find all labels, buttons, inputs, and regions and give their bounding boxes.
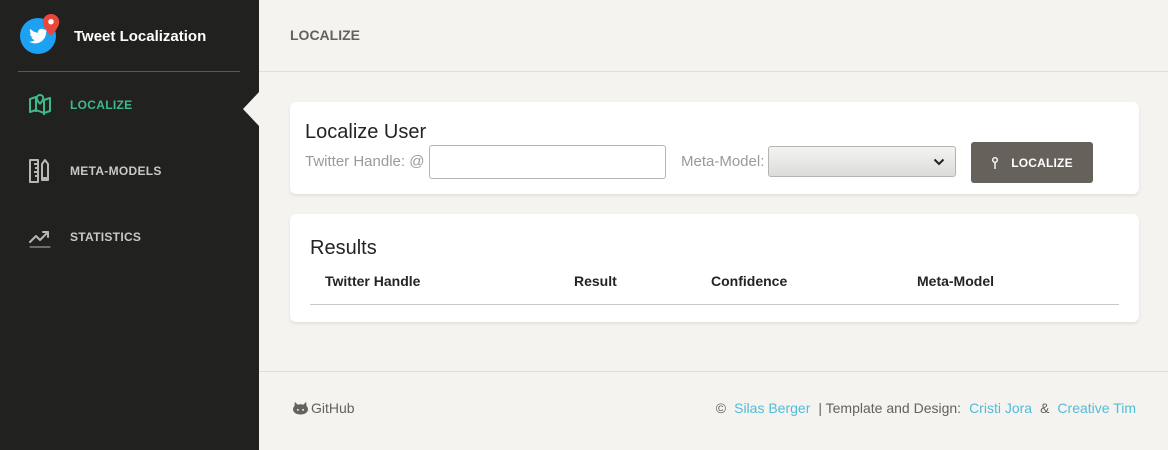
github-icon [293,401,308,415]
twitter-handle-input[interactable] [429,145,666,179]
sidebar-item-label: LOCALIZE [70,98,133,112]
meta-model-select[interactable] [768,146,956,177]
sidebar-item-label: STATISTICS [70,230,142,244]
localize-card-title: Localize User [305,121,427,143]
pencil-ruler-icon [27,158,53,184]
results-card: Results Twitter Handle Result Confidence… [290,214,1139,322]
sidebar-divider [18,71,240,72]
footer-divider [259,371,1168,372]
header: LOCALIZE [259,0,1168,72]
ampersand: & [1040,400,1050,416]
github-link[interactable]: GitHub [293,400,355,416]
column-header-result: Result [574,273,617,289]
designer-link-creative-tim[interactable]: Creative Tim [1057,400,1136,416]
trending-up-icon [27,224,53,250]
results-card-title: Results [310,237,377,259]
brand[interactable]: Tweet Localization [20,14,207,56]
column-header-meta-model: Meta-Model [917,273,994,289]
localize-button[interactable]: LOCALIZE [971,142,1093,183]
twitter-bird-icon [20,14,60,54]
footer-credits: © Silas Berger | Template and Design: Cr… [716,400,1136,416]
twitter-handle-label: Twitter Handle: @ [305,153,425,170]
column-header-twitter-handle: Twitter Handle [325,273,421,289]
sidebar: Tweet Localization LOCALIZE META-MODELS [0,0,259,450]
sidebar-item-meta-models[interactable]: META-MODELS [0,151,259,191]
page-title: LOCALIZE [290,27,360,43]
copyright-symbol: © [715,400,727,416]
sidebar-item-statistics[interactable]: STATISTICS [0,217,259,257]
column-header-confidence: Confidence [711,273,788,289]
localize-button-label: LOCALIZE [1011,155,1073,170]
author-link[interactable]: Silas Berger [734,400,810,416]
github-label: GitHub [311,400,355,416]
map-pin-icon [27,92,53,118]
chevron-down-icon [933,158,945,166]
location-pin-icon [42,14,60,36]
designer-link-cristi-jora[interactable]: Cristi Jora [969,400,1032,416]
sidebar-item-label: META-MODELS [70,164,162,178]
meta-model-label: Meta-Model: [681,153,765,170]
template-credit-text: | Template and Design: [818,400,962,416]
table-header-divider [310,304,1119,305]
app-title: Tweet Localization [74,27,207,45]
sidebar-item-localize[interactable]: LOCALIZE [0,85,259,125]
pin-icon [992,156,999,169]
active-indicator [243,92,259,126]
localize-card: Localize User Twitter Handle: @ Meta-Mod… [290,102,1139,194]
